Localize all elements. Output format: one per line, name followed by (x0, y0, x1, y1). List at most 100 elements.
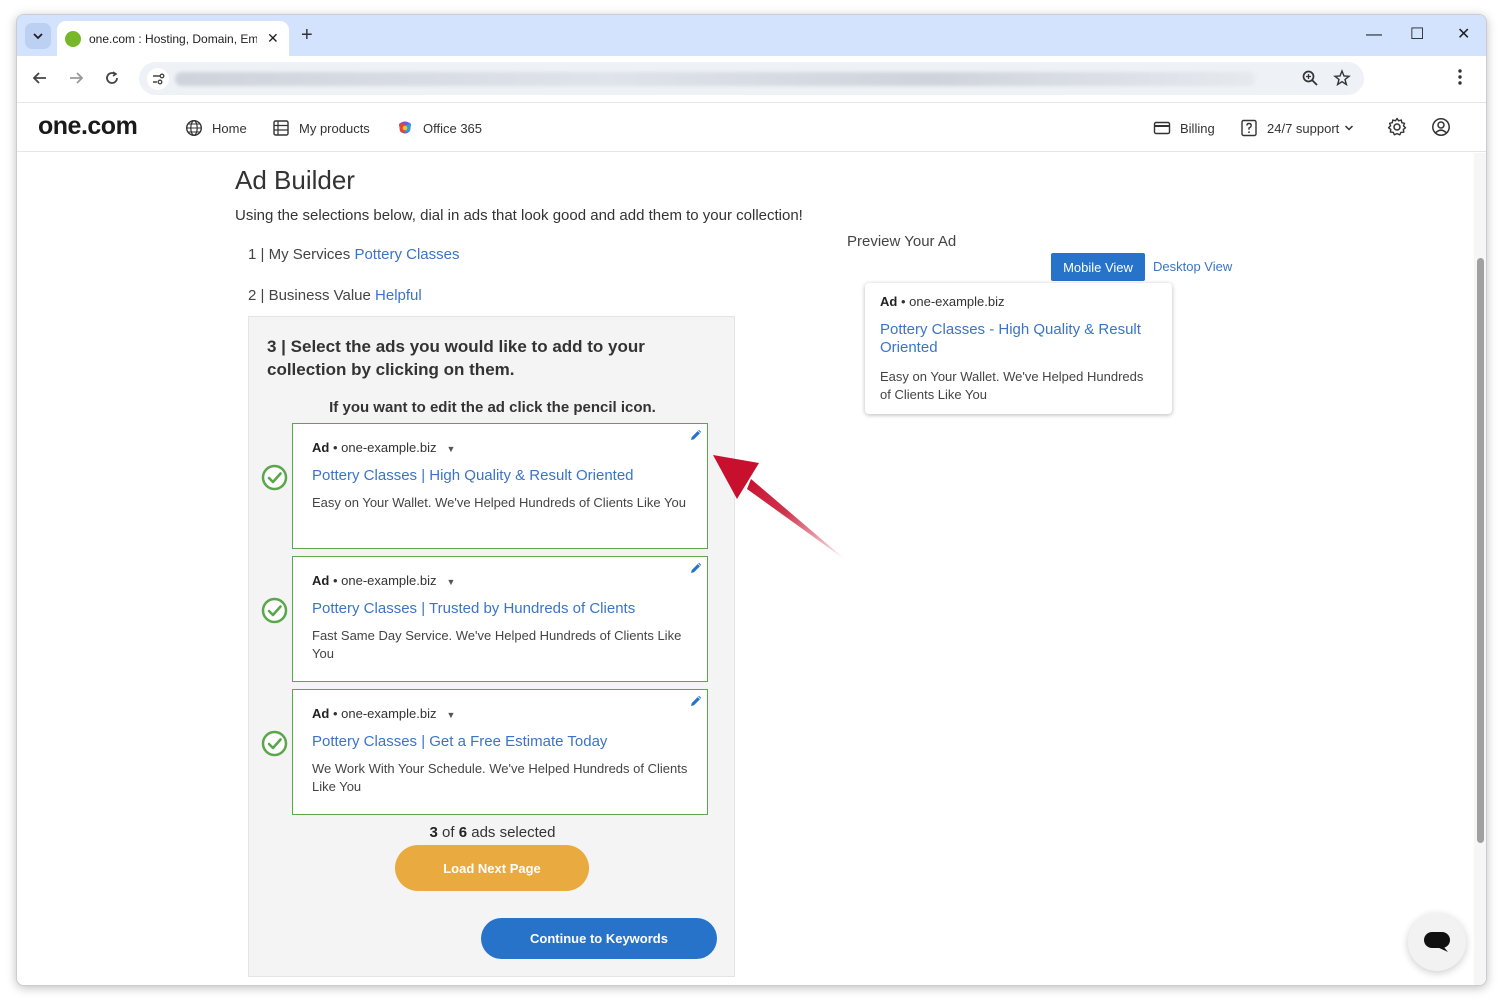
selected-check-icon[interactable] (261, 730, 288, 757)
tab-title: one.com : Hosting, Domain, Em (89, 31, 257, 46)
nav-my-products-label: My products (299, 120, 370, 136)
list-icon (273, 120, 289, 136)
step-business-value-value[interactable]: Helpful (375, 287, 422, 304)
browser-tab-active[interactable]: one.com : Hosting, Domain, Em ✕ (57, 21, 289, 56)
ad-preview-meta: Ad • one-example.biz (880, 294, 1005, 309)
forward-icon[interactable] (67, 69, 85, 87)
scrollbar-thumb[interactable] (1477, 258, 1484, 843)
ad-meta: Ad • one-example.biz ▼ (312, 573, 456, 588)
maximize-icon[interactable]: ☐ (1410, 25, 1424, 45)
ad-meta: Ad • one-example.biz ▼ (312, 440, 456, 455)
zoom-icon[interactable] (1301, 69, 1319, 87)
ad-description: We Work With Your Schedule. We've Helped… (312, 761, 688, 794)
tab-strip: one.com : Hosting, Domain, Em ✕ + — ☐ ✕ (17, 15, 1486, 56)
back-icon[interactable] (31, 69, 49, 87)
ad-selection-panel: 3 | Select the ads you would like to add… (248, 316, 735, 977)
mobile-view-button[interactable]: Mobile View (1051, 253, 1145, 281)
ad-description: Fast Same Day Service. We've Helped Hund… (312, 628, 682, 661)
pencil-edit-icon[interactable] (689, 561, 703, 575)
count-of: of (442, 824, 455, 841)
browser-toolbar (17, 56, 1486, 102)
page-title: Ad Builder (235, 165, 355, 195)
ad-option-card[interactable]: Ad • one-example.biz ▼ Pottery Classes | … (292, 423, 708, 549)
pencil-edit-icon[interactable] (689, 428, 703, 442)
onecom-logo[interactable]: one.com (38, 112, 138, 141)
nav-office-365[interactable]: Office 365 (396, 119, 482, 137)
ad-meta: Ad • one-example.biz ▼ (312, 706, 456, 721)
ad-option-card[interactable]: Ad • one-example.biz ▼ Pottery Classes | … (292, 689, 708, 815)
account-icon[interactable] (1431, 117, 1451, 137)
ad-headline: Pottery Classes | High Quality & Result … (312, 467, 634, 484)
step-business-value-label: 2 | Business Value (248, 287, 371, 304)
ad-tag: Ad (312, 573, 330, 588)
page-scrollbar[interactable] (1474, 153, 1486, 985)
pencil-edit-icon[interactable] (689, 694, 703, 708)
panel-hint: If you want to edit the ad click the pen… (329, 399, 656, 416)
gear-icon[interactable] (1387, 117, 1407, 137)
chevron-down-icon (33, 33, 43, 40)
caret-down-icon[interactable]: ▼ (447, 577, 456, 587)
window-close-icon[interactable]: ✕ (1457, 25, 1470, 45)
nav-home-label: Home (212, 120, 247, 136)
page-content: Ad Builder Using the selections below, d… (17, 153, 1486, 985)
nav-my-products[interactable]: My products (272, 119, 370, 137)
ad-preview-card: Ad • one-example.biz Pottery Classes - H… (865, 283, 1172, 414)
tab-close-icon[interactable]: ✕ (267, 30, 279, 47)
panel-title: 3 | Select the ads you would like to add… (267, 337, 645, 379)
ad-domain: one-example.biz (909, 294, 1005, 309)
chat-bubble-icon (1424, 932, 1450, 952)
support-label: 24/7 support (1267, 120, 1340, 136)
caret-down-icon[interactable]: ▼ (447, 444, 456, 454)
office-icon (399, 121, 411, 134)
site-settings-icon[interactable] (147, 68, 169, 90)
ad-preview-description: Easy on Your Wallet. We've Helped Hundre… (880, 369, 1144, 402)
ad-domain: one-example.biz (341, 440, 437, 455)
browser-menu-icon[interactable] (1457, 68, 1463, 86)
ad-tag: Ad (312, 706, 330, 721)
selected-check-icon[interactable] (261, 597, 288, 624)
credit-card-icon (1153, 121, 1171, 135)
bookmark-star-icon[interactable] (1333, 69, 1351, 87)
reload-icon[interactable] (103, 69, 121, 87)
count-suffix: ads selected (471, 824, 556, 841)
caret-down-icon[interactable]: ▼ (447, 710, 456, 720)
browser-window: one.com : Hosting, Domain, Em ✕ + — ☐ ✕ … (16, 14, 1487, 986)
annotation-arrow-icon (713, 455, 847, 561)
billing-link[interactable]: Billing (1153, 119, 1215, 137)
page-subtitle: Using the selections below, dial in ads … (235, 207, 803, 224)
selection-count: 3 of 6 ads selected (249, 824, 736, 841)
selected-count: 3 (429, 824, 438, 841)
ad-headline: Pottery Classes | Trusted by Hundreds of… (312, 600, 636, 617)
url-text-blurred (175, 72, 1255, 86)
ad-tag: Ad (312, 440, 330, 455)
help-icon (1241, 119, 1257, 137)
minimize-icon[interactable]: — (1366, 25, 1382, 45)
tab-search-button[interactable] (25, 23, 51, 49)
ad-preview-headline: Pottery Classes - High Quality & Result … (880, 321, 1141, 356)
ad-domain: one-example.biz (341, 573, 437, 588)
new-tab-button[interactable]: + (301, 25, 313, 45)
ad-description: Easy on Your Wallet. We've Helped Hundre… (312, 495, 686, 510)
step-my-services-value[interactable]: Pottery Classes (354, 246, 459, 263)
nav-office-365-label: Office 365 (423, 120, 483, 136)
support-dropdown[interactable]: 24/7 support (1240, 119, 1354, 137)
chevron-down-icon (1345, 125, 1354, 131)
nav-home[interactable]: Home (185, 119, 247, 137)
chat-button[interactable] (1408, 913, 1466, 971)
total-count: 6 (458, 824, 468, 841)
address-bar[interactable] (139, 62, 1364, 95)
site-header: one.com Home My products Office 365 Bill… (17, 102, 1486, 152)
selected-check-icon[interactable] (261, 464, 288, 491)
billing-label: Billing (1180, 120, 1215, 136)
ad-option-card[interactable]: Ad • one-example.biz ▼ Pottery Classes | … (292, 556, 708, 682)
ad-headline: Pottery Classes | Get a Free Estimate To… (312, 733, 608, 750)
continue-to-keywords-button[interactable]: Continue to Keywords (481, 918, 717, 959)
step-my-services: 1 | My Services Pottery Classes (248, 246, 459, 263)
favicon-icon (65, 30, 81, 47)
desktop-view-link[interactable]: Desktop View (1153, 259, 1232, 274)
load-next-page-button[interactable]: Load Next Page (395, 845, 589, 891)
globe-icon (185, 119, 203, 137)
preview-label: Preview Your Ad (847, 233, 957, 250)
ad-tag: Ad (880, 294, 898, 309)
step-my-services-label: 1 | My Services (248, 246, 351, 263)
